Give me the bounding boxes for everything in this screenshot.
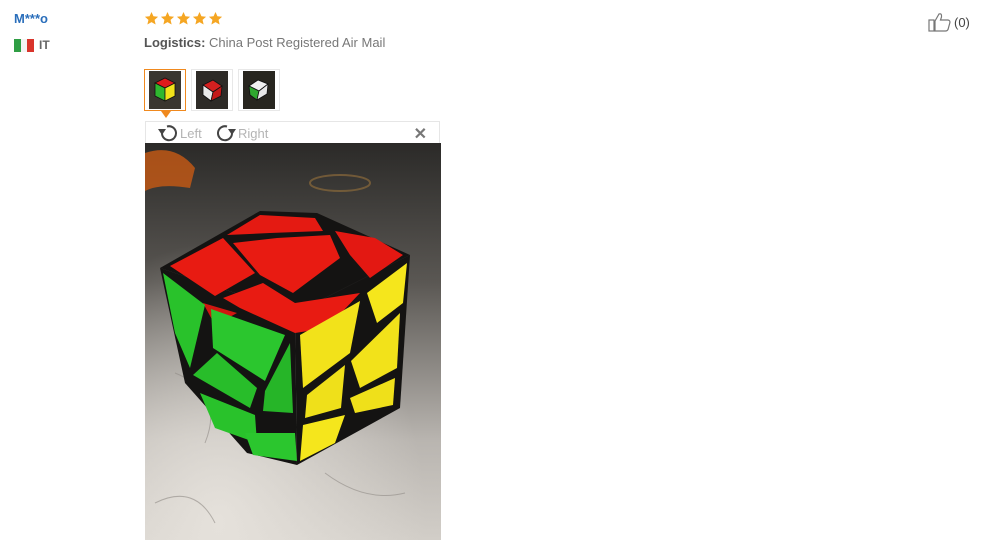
close-icon[interactable]: ✕ [414,124,427,144]
review-photo [145,143,441,540]
rotate-left-icon [158,125,177,142]
thumbnail-1[interactable] [144,69,186,118]
logistics-value: China Post Registered Air Mail [209,35,386,50]
star-icon [208,11,223,25]
rating-stars [144,11,223,26]
like-count: (0) [954,14,970,30]
reviewer-name[interactable]: M***o [14,11,48,26]
thumbs-up-icon [928,13,951,32]
logistics-info: Logistics: China Post Registered Air Mai… [144,35,385,50]
helpful-like-button[interactable]: (0) [928,12,970,32]
image-viewer-toolbar: Left Right ✕ [145,121,440,143]
rotate-right-button[interactable]: Right [214,123,268,143]
rotate-left-button[interactable]: Left [156,123,202,143]
country-code: IT [39,38,50,52]
photo-thumbnails [144,69,280,118]
reviewer-country: IT [14,38,50,52]
rotate-left-label: Left [180,125,202,141]
thumbnail-2[interactable] [191,69,233,111]
thumbnail-image [196,71,228,109]
thumbnail-image [243,71,275,109]
logistics-label: Logistics: [144,35,206,50]
star-icon [176,11,191,25]
star-icon [160,11,175,25]
rotate-right-label: Right [238,125,269,141]
star-icon [192,11,207,25]
thumbnail-3[interactable] [238,69,280,111]
star-icon [144,11,159,25]
thumbnail-image [149,71,181,109]
italy-flag-icon [14,38,35,52]
rotate-right-icon [217,125,236,142]
